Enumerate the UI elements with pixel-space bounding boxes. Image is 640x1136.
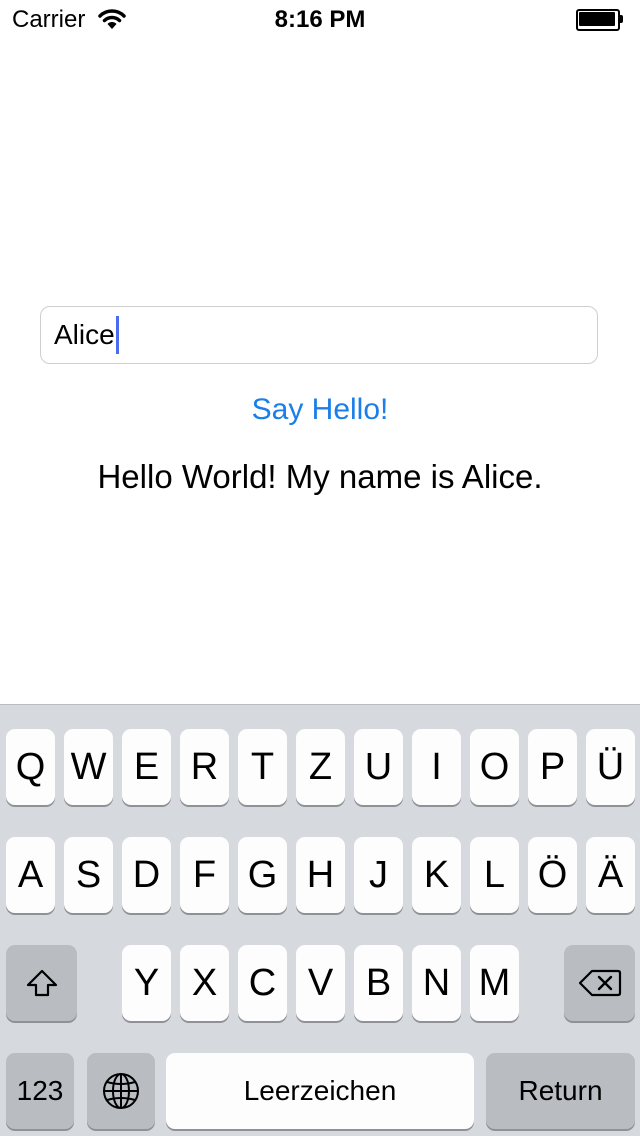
shift-icon	[25, 968, 59, 998]
key-k[interactable]: K	[412, 837, 461, 913]
say-hello-button[interactable]: Say Hello!	[0, 393, 640, 427]
space-key[interactable]: Leerzeichen	[166, 1053, 474, 1129]
key-r[interactable]: R	[180, 729, 229, 805]
key-a[interactable]: A	[6, 837, 55, 913]
key-v[interactable]: V	[296, 945, 345, 1021]
key-f[interactable]: F	[180, 837, 229, 913]
clock: 8:16 PM	[274, 6, 366, 33]
return-key[interactable]: Return	[486, 1053, 635, 1129]
key-d[interactable]: D	[122, 837, 171, 913]
key-z[interactable]: Z	[296, 729, 345, 805]
key-j[interactable]: J	[354, 837, 403, 913]
key-o-umlaut[interactable]: Ö	[528, 837, 577, 913]
key-m[interactable]: M	[470, 945, 519, 1021]
key-u[interactable]: U	[354, 729, 403, 805]
key-w[interactable]: W	[64, 729, 113, 805]
key-u-umlaut[interactable]: Ü	[586, 729, 635, 805]
name-input-value: Alice	[54, 319, 115, 350]
key-y[interactable]: Y	[122, 945, 171, 1021]
status-bar: Carrier 8:16 PM	[0, 0, 640, 40]
key-o[interactable]: O	[470, 729, 519, 805]
key-c[interactable]: C	[238, 945, 287, 1021]
globe-icon	[101, 1071, 141, 1111]
key-a-umlaut[interactable]: Ä	[586, 837, 635, 913]
key-e[interactable]: E	[122, 729, 171, 805]
numbers-key[interactable]: 123	[6, 1053, 74, 1129]
name-input[interactable]: Alice	[40, 306, 598, 364]
key-n[interactable]: N	[412, 945, 461, 1021]
backspace-icon	[578, 968, 622, 998]
battery-icon	[576, 9, 624, 31]
backspace-key[interactable]	[564, 945, 635, 1021]
key-l[interactable]: L	[470, 837, 519, 913]
key-g[interactable]: G	[238, 837, 287, 913]
key-i[interactable]: I	[412, 729, 461, 805]
key-b[interactable]: B	[354, 945, 403, 1021]
key-s[interactable]: S	[64, 837, 113, 913]
key-x[interactable]: X	[180, 945, 229, 1021]
keyboard: Q W E R T Z U I O P Ü A S D F G H J K L …	[0, 704, 640, 1136]
text-caret	[115, 316, 119, 354]
key-p[interactable]: P	[528, 729, 577, 805]
key-h[interactable]: H	[296, 837, 345, 913]
key-q[interactable]: Q	[6, 729, 55, 805]
key-t[interactable]: T	[238, 729, 287, 805]
globe-key[interactable]	[87, 1053, 155, 1129]
greeting-label: Hello World! My name is Alice.	[97, 458, 543, 495]
shift-key[interactable]	[6, 945, 77, 1021]
